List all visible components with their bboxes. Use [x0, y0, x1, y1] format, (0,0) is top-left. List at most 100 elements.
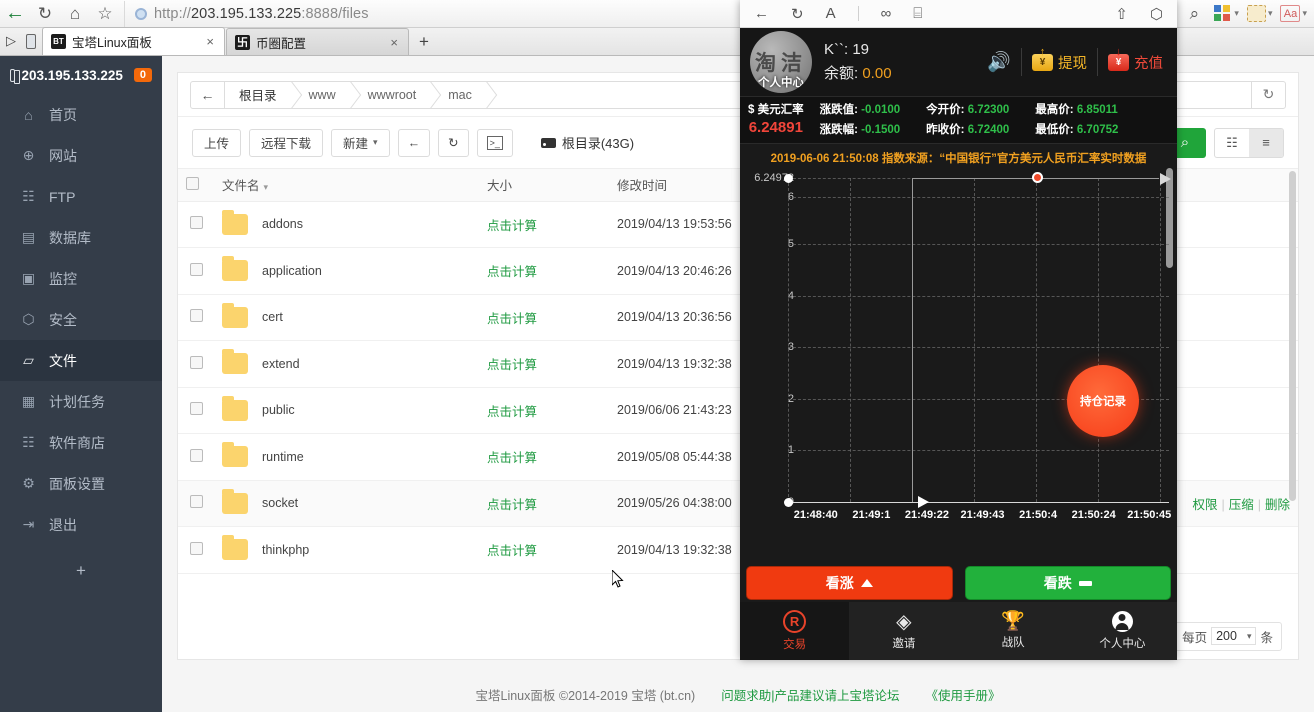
calc-size-link[interactable]: 点击计算	[487, 219, 537, 233]
tab-coin-config[interactable]: 卐 币圈配置 ×	[226, 28, 409, 55]
color-blocks-button[interactable]: ▾	[1211, 5, 1242, 23]
app-window-icon[interactable]: ⌸	[913, 5, 922, 22]
calc-size-link[interactable]: 点击计算	[487, 544, 537, 558]
op-compress-link[interactable]: 压缩	[1229, 498, 1254, 512]
select-all-checkbox[interactable]	[186, 177, 199, 190]
sidebar-item-files[interactable]: ▱ 文件	[0, 340, 162, 381]
file-name[interactable]: addons	[262, 217, 303, 231]
sidebar-item-monitor[interactable]: ▣ 监控	[0, 258, 162, 299]
file-name[interactable]: public	[262, 403, 295, 417]
rate-col-3: 最高价: 6.85011 最低价: 6.70752	[1035, 100, 1118, 140]
calc-size-link[interactable]: 点击计算	[487, 358, 537, 372]
row-checkbox[interactable]	[190, 263, 203, 276]
mobile-view-icon[interactable]	[26, 34, 36, 49]
file-name[interactable]: application	[262, 264, 322, 278]
tab-close-icon[interactable]: ×	[204, 34, 216, 49]
file-name[interactable]: thinkphp	[262, 543, 309, 557]
app-font-icon[interactable]: A	[826, 5, 836, 22]
breadcrumb-item-wwwroot[interactable]: wwwroot	[352, 82, 433, 108]
origin-dot	[784, 498, 793, 507]
sidebar-item-cron[interactable]: ▦ 计划任务	[0, 381, 162, 422]
file-name[interactable]: extend	[262, 357, 300, 371]
breadcrumb-back-button[interactable]: ←	[191, 82, 225, 108]
op-delete-link[interactable]: 删除	[1265, 498, 1290, 512]
search-icon[interactable]: ⌕	[1179, 1, 1209, 27]
row-checkbox[interactable]	[190, 356, 203, 369]
sidebar-item-security[interactable]: ⬡ 安全	[0, 299, 162, 340]
tab-close-icon-2[interactable]: ×	[388, 35, 400, 50]
new-button[interactable]: 新建 ▾	[331, 129, 390, 157]
chevron-down-icon[interactable]: ▾	[1234, 8, 1239, 19]
sidebar-item-appstore[interactable]: ☷ 软件商店	[0, 422, 162, 463]
upload-button[interactable]: 上传	[192, 129, 241, 157]
row-checkbox[interactable]	[190, 402, 203, 415]
sidebar-item-logout[interactable]: ⇥ 退出	[0, 504, 162, 545]
file-name[interactable]: cert	[262, 310, 283, 324]
avatar[interactable]: 淘洁 个人中心	[750, 31, 812, 93]
sidebar-item-database[interactable]: ▤ 数据库	[0, 217, 162, 258]
text-tool-button[interactable]: Aa ▾	[1277, 5, 1310, 22]
row-checkbox[interactable]	[190, 309, 203, 322]
terminal-button[interactable]: >_	[477, 129, 513, 157]
sidebar-toggle-icon[interactable]: ▷	[6, 33, 16, 49]
app-share-icon[interactable]: ⇧	[1115, 5, 1128, 23]
row-checkbox[interactable]	[190, 542, 203, 555]
x-tick-0: 21:48:40	[788, 509, 844, 521]
nav-item-trade[interactable]: R 交易	[740, 602, 849, 660]
calc-size-link[interactable]: 点击计算	[487, 265, 537, 279]
sidebar-item-ftp[interactable]: ☷ FTP	[0, 176, 162, 217]
column-filename[interactable]: 文件名▾	[214, 169, 479, 201]
calc-size-link[interactable]: 点击计算	[487, 312, 537, 326]
breadcrumb-item-www[interactable]: www	[293, 82, 352, 108]
image-tool-button[interactable]: ▾	[1244, 5, 1276, 22]
column-size[interactable]: 大小	[479, 169, 609, 201]
buy-up-button[interactable]: 看涨	[746, 566, 953, 600]
row-checkbox[interactable]	[190, 216, 203, 229]
calc-size-link[interactable]: 点击计算	[487, 405, 537, 419]
bookmark-star-icon[interactable]: ☆	[90, 1, 120, 27]
breadcrumb-item-mac[interactable]: mac	[432, 82, 488, 108]
speaker-icon[interactable]: 🔊	[987, 50, 1011, 74]
tab-bt-panel[interactable]: BT 宝塔Linux面板 ×	[42, 27, 225, 55]
nav-item-profile[interactable]: 个人中心	[1068, 602, 1177, 660]
sidebar-item-home[interactable]: ⌂ 首页	[0, 94, 162, 135]
view-list-button[interactable]: ≡	[1249, 129, 1283, 157]
sidebar-item-website[interactable]: ⊕ 网站	[0, 135, 162, 176]
calc-size-link[interactable]: 点击计算	[487, 498, 537, 512]
view-grid-button[interactable]: ☷	[1215, 129, 1249, 157]
chevron-down-icon-2[interactable]: ▾	[1268, 8, 1273, 19]
file-name[interactable]: runtime	[262, 450, 304, 464]
home-icon[interactable]: ⌂	[60, 1, 90, 27]
per-page-select[interactable]: 200 ▾	[1211, 627, 1256, 645]
sidebar-add-button[interactable]: +	[0, 551, 162, 591]
op-permission-link[interactable]: 权限	[1192, 498, 1217, 512]
toolbar-back-button[interactable]: ←	[398, 129, 431, 157]
chevron-down-icon-3[interactable]: ▾	[1302, 8, 1307, 19]
app-link-icon[interactable]: ∞	[881, 5, 892, 22]
footer-manual-link[interactable]: 《使用手册》	[925, 685, 1000, 704]
table-scrollbar[interactable]	[1289, 171, 1296, 501]
toolbar-refresh-button[interactable]: ↻	[438, 129, 468, 157]
calc-size-link[interactable]: 点击计算	[487, 451, 537, 465]
back-icon[interactable]: ←	[0, 1, 30, 27]
buy-down-button[interactable]: 看跌	[965, 566, 1172, 600]
breadcrumb-refresh-icon[interactable]: ↻	[1251, 82, 1285, 108]
row-checkbox[interactable]	[190, 495, 203, 508]
breadcrumb-item-root[interactable]: 根目录	[225, 82, 293, 108]
withdraw-button[interactable]: ↑¥ 提现	[1032, 52, 1087, 73]
file-name[interactable]: socket	[262, 496, 298, 510]
nav-item-team[interactable]: 🏆 战队	[959, 602, 1068, 660]
row-size-cell: 点击计算	[479, 294, 609, 341]
remote-download-button[interactable]: 远程下载	[249, 129, 323, 157]
new-tab-button[interactable]: +	[410, 28, 438, 55]
footer-help-link[interactable]: 问题求助|产品建议请上宝塔论坛	[721, 685, 899, 704]
app-back-icon[interactable]: ←	[754, 5, 769, 22]
nav-item-invite[interactable]: ◈ 邀请	[849, 602, 958, 660]
row-checkbox[interactable]	[190, 449, 203, 462]
app-reload-icon[interactable]: ↻	[791, 5, 804, 23]
position-records-button[interactable]: 持仓记录	[1067, 365, 1139, 437]
recharge-button[interactable]: ↓¥ 充值	[1108, 52, 1163, 73]
app-box-icon[interactable]: ⬡	[1150, 5, 1163, 23]
sidebar-item-settings[interactable]: ⚙ 面板设置	[0, 463, 162, 504]
reload-icon[interactable]: ↻	[30, 1, 60, 27]
